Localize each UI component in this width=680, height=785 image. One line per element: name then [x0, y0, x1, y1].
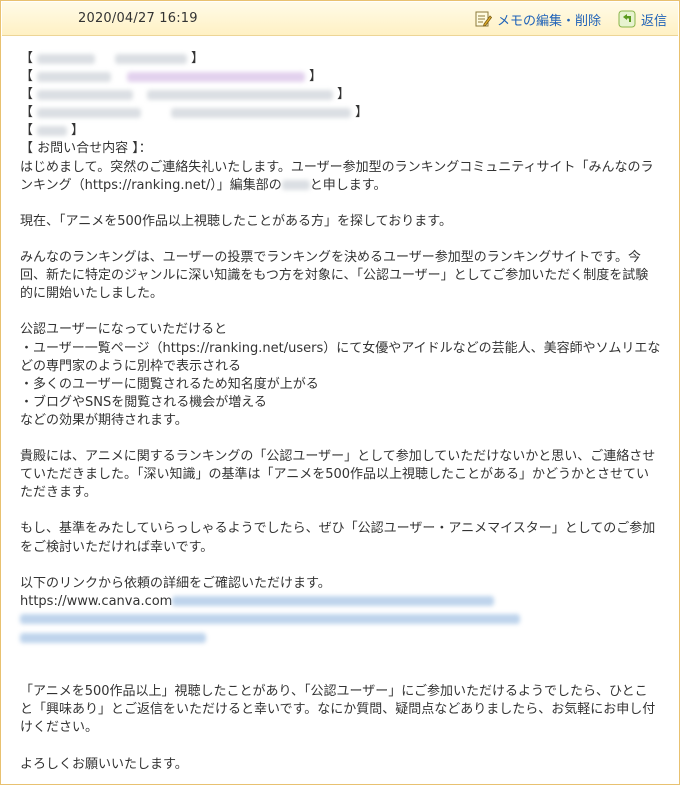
body-line: みんなのランキングは、ユーザーの投票でランキングを決めるユーザー参加型のランキン… — [20, 250, 642, 266]
body-line: もし、基準をみたしていらっしゃるようでしたら、ぜひ「公認ユーザー・アニメマイスタ… — [20, 521, 656, 537]
redacted-link-continued — [20, 629, 668, 647]
body-line: ・ブログやSNSを閲覧される機会が増える — [20, 394, 267, 410]
body-line: ていただきました。「深い知識」の基準は「アニメを500作品以上視聴したことがある… — [20, 467, 650, 483]
body-line: ただきます。 — [20, 485, 97, 501]
reply-arrow-icon — [618, 10, 636, 28]
body-line: 的に開始いたしました。 — [20, 286, 164, 302]
reply-button[interactable]: 返信 — [618, 8, 667, 30]
body-line: けください。 — [20, 720, 99, 736]
body-line: と「興味あり」とご返信をいただけると幸いです。なにか質問、疑問点などありましたら… — [20, 702, 656, 718]
body-line: ンキング（https://ranking.net/）」編集部の と申します。 — [20, 177, 387, 193]
body-line: などの効果が期待されます。 — [20, 412, 188, 428]
reply-label: 返信 — [641, 13, 668, 29]
edit-memo-label: メモの編集・削除 — [497, 13, 602, 29]
edit-memo-button[interactable]: メモの編集・削除 — [474, 8, 601, 30]
body-line: 回、新たに特定のジャンルに深い知識をもつ方を対象に、「公認ユーザー」としてご参加… — [20, 268, 649, 284]
canva-link[interactable]: https://www.canva.com — [20, 593, 668, 611]
body-line: ・ユーザー一覧ページ（https://ranking.net/users）にて女… — [20, 340, 661, 356]
redacted-field-site: 【】 — [20, 105, 369, 121]
body-line: よろしくお願いいたします。 — [20, 756, 188, 772]
inquiry-label: 【 お問い合せ内容 】： — [20, 141, 152, 157]
body-line: 「アニメを500作品以上」視聴したことがあり、「公認ユーザー」にご参加いただける… — [20, 684, 648, 700]
body-line: 以下のリンクから依頼の詳細をご確認いただけます。 — [20, 575, 331, 591]
body-line: 現在、「アニメを500作品以上視聴したことがある方」を探しております。 — [20, 213, 452, 229]
redacted-field-email: 【】 — [20, 87, 351, 103]
body-line: はじめまして。突然のご連絡失礼いたします。ユーザー参加型のランキングコミュニティ… — [20, 159, 654, 175]
redacted-field-name: 【】 — [20, 51, 205, 66]
redacted-field-handle: 【】 — [20, 69, 323, 85]
body-line: ・多くのユーザーに閲覧されるため知名度が上がる — [20, 376, 319, 392]
memo-edit-icon — [474, 10, 493, 28]
redacted-link-continued — [20, 611, 668, 629]
body-line: をご検討いただければ幸いです。 — [20, 539, 214, 555]
body-line: 貴殿には、アニメに関するランキングの「公認ユーザー」として参加していただけないか… — [20, 449, 656, 465]
body-line: どの専門家のように別枠で表示される — [20, 358, 242, 374]
message-date: 2020/04/27 16:19 — [78, 11, 198, 26]
message-body: 【】 【】 【】 【】 【】 【 お問い合せ内容 】： はじめまして。突然のご連… — [20, 50, 668, 774]
body-line: 公認ユーザーになっていただけると — [20, 322, 228, 338]
message-header: 2020/04/27 16:19 メモの編集・削除 返信 — [2, 2, 678, 36]
redacted-field-other: 【】 — [20, 123, 85, 139]
message-panel: 2020/04/27 16:19 メモの編集・削除 返信 【 】 【 】 【 】… — [0, 0, 680, 785]
